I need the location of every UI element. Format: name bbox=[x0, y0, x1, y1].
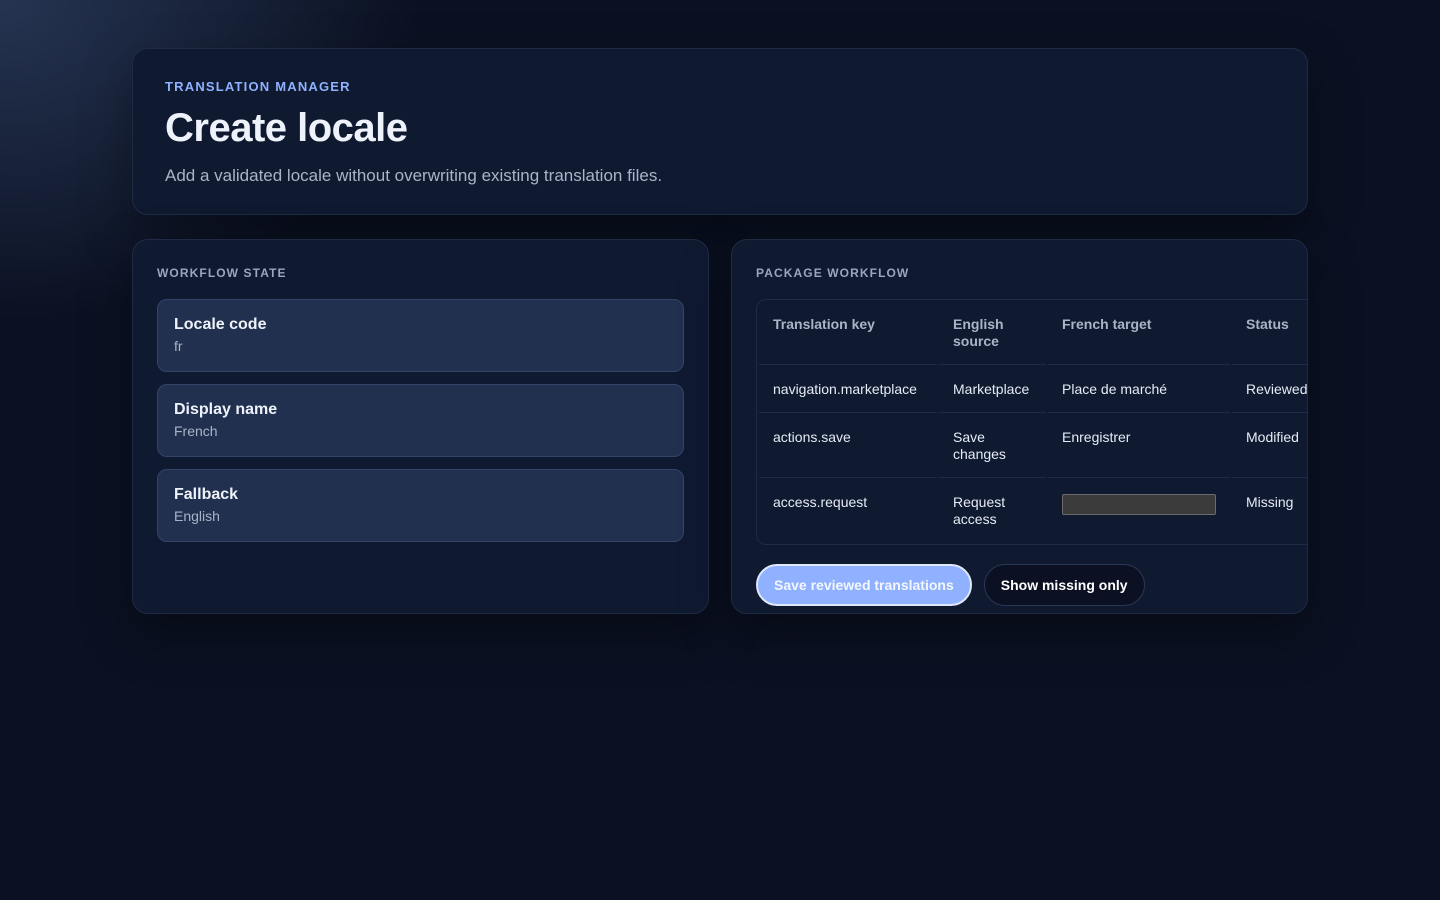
cell-source: Marketplace bbox=[939, 367, 1046, 413]
state-label: Fallback bbox=[174, 486, 239, 503]
state-item-fallback[interactable]: Fallback English bbox=[157, 469, 684, 542]
column-header-target: French target bbox=[1048, 302, 1230, 365]
page-subtitle: Add a validated locale without overwriti… bbox=[165, 166, 663, 185]
table-row: access.request Request access Missing bbox=[759, 480, 1307, 542]
table-row: actions.save Save changes Enregistrer Mo… bbox=[759, 415, 1307, 478]
cell-key: actions.save bbox=[759, 415, 937, 478]
cell-target: Enregistrer bbox=[1048, 415, 1230, 478]
workflow-state-title: Workflow state bbox=[157, 266, 287, 280]
package-workflow-panel: Package workflow Translation key English… bbox=[731, 239, 1308, 614]
translations-table: Translation key English source French ta… bbox=[757, 300, 1307, 544]
column-header-status: Status bbox=[1232, 302, 1307, 365]
translations-table-wrapper[interactable]: Translation key English source French ta… bbox=[756, 299, 1307, 545]
target-translation-input[interactable] bbox=[1062, 494, 1216, 515]
state-value: English bbox=[174, 508, 220, 524]
show-missing-button[interactable]: Show missing only bbox=[983, 564, 1145, 606]
state-label: Display name bbox=[174, 401, 278, 418]
eyebrow: Translation manager bbox=[165, 79, 351, 94]
workflow-state-panel: Workflow state Locale code fr Display na… bbox=[132, 239, 709, 614]
cell-key: access.request bbox=[773, 494, 868, 510]
cell-source: Save changes bbox=[939, 415, 1046, 478]
column-header-source: English source bbox=[939, 302, 1046, 365]
state-value: French bbox=[174, 423, 218, 439]
cell-source: Request access bbox=[953, 494, 1006, 527]
cell-key: navigation.marketplace bbox=[759, 367, 937, 413]
page-title: Create locale bbox=[165, 106, 408, 150]
table-header-row: Translation key English source French ta… bbox=[759, 302, 1307, 365]
state-item-locale-code[interactable]: Locale code fr bbox=[157, 299, 684, 372]
state-item-display-name[interactable]: Display name French bbox=[157, 384, 684, 457]
cell-status: Missing bbox=[1246, 494, 1294, 510]
cell-target: Place de marché bbox=[1048, 367, 1230, 413]
column-header-key: Translation key bbox=[759, 302, 937, 365]
cell-status: Modified bbox=[1232, 415, 1307, 478]
state-value: fr bbox=[174, 338, 183, 354]
package-workflow-title: Package workflow bbox=[756, 266, 910, 280]
table-actions: Save reviewed translations Show missing … bbox=[756, 564, 1307, 606]
save-reviewed-button[interactable]: Save reviewed translations bbox=[756, 564, 972, 606]
state-label: Locale code bbox=[174, 316, 267, 333]
table-row: navigation.marketplace Marketplace Place… bbox=[759, 367, 1307, 413]
workflow-state-list: Locale code fr Display name French Fallb… bbox=[157, 299, 684, 542]
cell-status: Reviewed bbox=[1232, 367, 1307, 413]
page-header: Translation manager Create locale Add a … bbox=[132, 48, 1308, 215]
cell-target bbox=[1048, 480, 1230, 542]
